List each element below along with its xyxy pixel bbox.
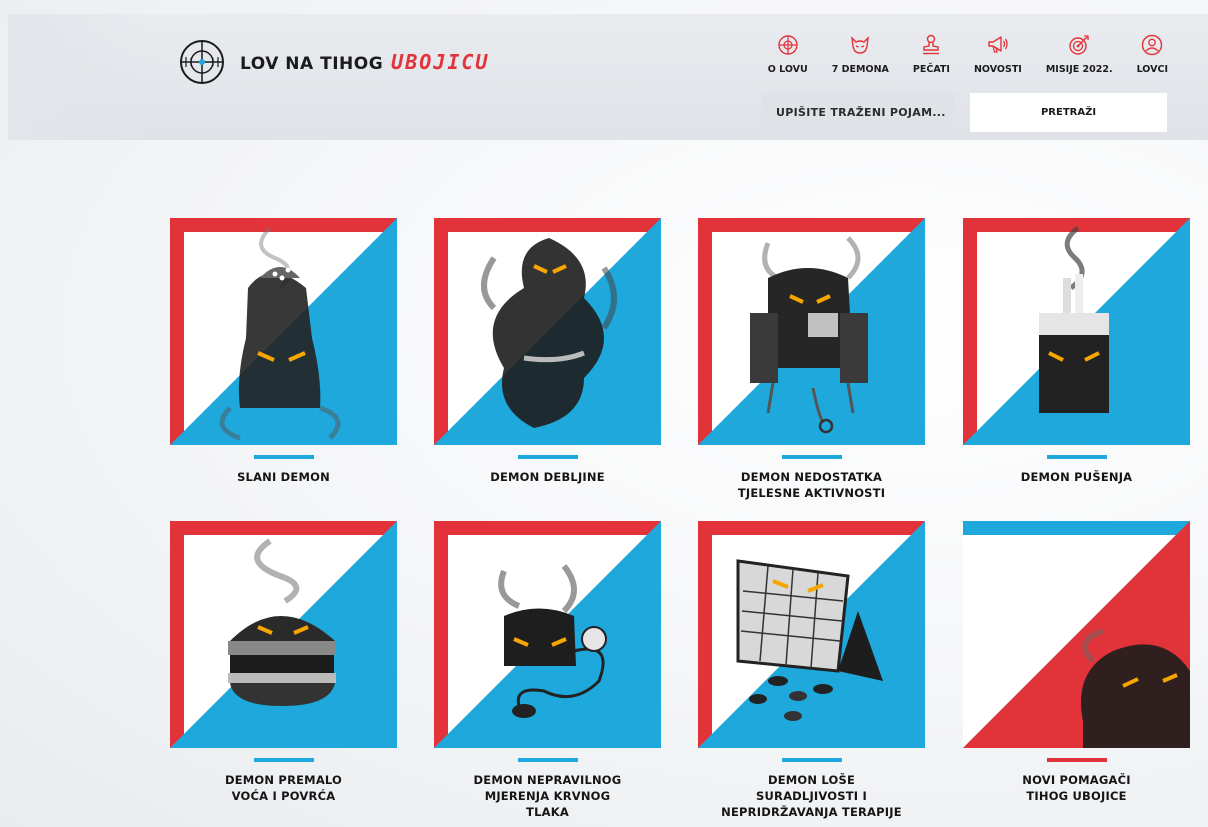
card-title: NOVI POMAGAČI TIHOG UBOJICE <box>1022 773 1131 803</box>
demon-card-inactivity[interactable]: DEMON NEDOSTATKA TJELESNE AKTIVNOSTI <box>698 218 925 501</box>
card-title: DEMON NEPRAVILNOG MJERENJA KRVNOG TLAKA <box>473 773 622 819</box>
logo-accent: UBOJICU <box>391 50 490 74</box>
demon-artwork <box>434 218 661 445</box>
burger-demon-illustration <box>228 538 336 706</box>
logo-text: LOV NA TIHOG UBOJICU <box>240 50 489 74</box>
nav-label: O LOVU <box>767 64 808 75</box>
stamp-icon <box>923 34 940 55</box>
shadow-helper-demon-illustration <box>1081 628 1190 748</box>
card-title: DEMON PREMALO VOĆA I POVRĆA <box>224 773 343 803</box>
card-accent-bar <box>781 758 842 762</box>
card-accent-bar <box>253 455 314 459</box>
card-accent-bar <box>517 758 578 762</box>
demon-artwork <box>434 521 661 748</box>
main-nav: O LOVU 7 DEMONA PEČATI NOVOSTI MISIJE 20… <box>756 34 1180 75</box>
demon-card-therapy[interactable]: DEMON LOŠE SURADLJIVOSTI I NEPRIDRŽAVANJ… <box>698 521 925 820</box>
crosshair-logo-icon <box>180 40 224 84</box>
header-fade <box>8 14 158 140</box>
card-title: DEMON NEDOSTATKA TJELESNE AKTIVNOSTI <box>737 470 886 500</box>
demon-artwork <box>170 521 397 748</box>
card-accent-bar <box>517 455 578 459</box>
nav-label: 7 DEMONA <box>831 64 889 75</box>
card-accent-bar <box>253 758 314 762</box>
nav-item-o-lovu[interactable]: O LOVU <box>756 34 820 75</box>
target-icon <box>1069 35 1089 55</box>
nav-label: PEČATI <box>912 64 950 75</box>
crosshair-icon <box>778 35 798 55</box>
card-accent-bar <box>781 455 842 459</box>
card-title: SLANI DEMON <box>237 470 330 484</box>
demon-artwork <box>698 521 925 748</box>
nav-label: NOVOSTI <box>973 64 1022 75</box>
nav-label: MISIJE 2022. <box>1045 64 1113 75</box>
ghost-demon-illustration <box>481 238 617 428</box>
card-title: DEMON PUŠENJA <box>1020 470 1133 484</box>
nav-item-lovci[interactable]: LOVCI <box>1125 34 1180 75</box>
blood-pressure-demon-illustration <box>498 564 607 718</box>
card-accent-bar <box>1046 758 1107 762</box>
demon-artwork <box>698 218 925 445</box>
search-button[interactable]: PRETRAŽI <box>970 93 1167 132</box>
card-title: DEMON DEBLJINE <box>490 470 605 484</box>
demon-card-fruit-veg[interactable]: DEMON PREMALO VOĆA I POVRĆA <box>170 521 397 804</box>
hunter-icon <box>1142 34 1163 56</box>
site-logo[interactable]: LOV NA TIHOG UBOJICU <box>178 38 489 86</box>
demon-artwork <box>170 218 397 445</box>
demon-face-icon <box>851 36 870 54</box>
card-accent-bar <box>1046 455 1107 459</box>
demon-card-smoking[interactable]: DEMON PUŠENJA <box>963 218 1190 485</box>
salt-shaker-demon-illustration <box>219 226 341 441</box>
nav-item-pecati[interactable]: PEČATI <box>901 34 962 75</box>
nav-item-7-demona[interactable]: 7 DEMONA <box>820 34 901 75</box>
demon-card-new-helpers[interactable]: NOVI POMAGAČI TIHOG UBOJICE <box>963 521 1190 804</box>
demon-card-salty[interactable]: SLANI DEMON <box>170 218 397 485</box>
nav-label: LOVCI <box>1136 64 1168 75</box>
nav-item-novosti[interactable]: NOVOSTI <box>962 34 1034 75</box>
demon-card-blood-pressure[interactable]: DEMON NEPRAVILNOG MJERENJA KRVNOG TLAKA <box>434 521 661 820</box>
megaphone-icon <box>988 36 1008 53</box>
demon-card-obesity[interactable]: DEMON DEBLJINE <box>434 218 661 485</box>
card-title: DEMON LOŠE SURADLJIVOSTI I NEPRIDRŽAVANJ… <box>721 773 902 819</box>
demon-artwork <box>963 521 1190 748</box>
search-input[interactable] <box>762 93 954 132</box>
demon-artwork <box>963 218 1190 445</box>
logo-title: LOV NA TIHOG <box>240 54 384 74</box>
nav-item-misije-2022[interactable]: MISIJE 2022. <box>1034 34 1125 75</box>
site-header: LOV NA TIHOG UBOJICU O LOVU 7 DEMONA PEČ… <box>8 14 1208 140</box>
cigarette-pack-demon-illustration <box>1039 226 1109 413</box>
calendar-pills-demon-illustration <box>736 559 883 721</box>
armchair-demon-illustration <box>750 236 868 434</box>
